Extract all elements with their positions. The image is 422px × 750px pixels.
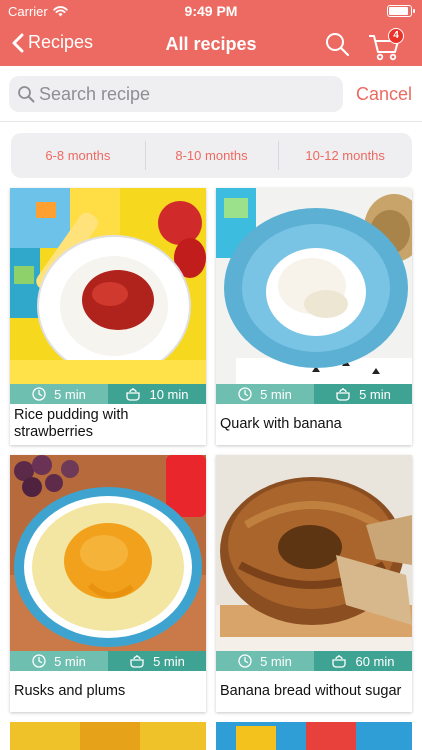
recipe-photo xyxy=(10,188,206,384)
chevron-left-icon xyxy=(12,33,24,52)
clock-icon xyxy=(238,387,252,401)
cook-time: 5 min xyxy=(314,384,412,404)
pot-icon xyxy=(130,655,144,668)
recipe-name: Rice pudding with strawberries xyxy=(14,407,129,440)
recipe-photo xyxy=(10,722,206,750)
recipe-card[interactable] xyxy=(216,722,412,750)
clock-icon xyxy=(32,654,46,668)
recipe-photo xyxy=(216,722,412,750)
back-button-label: Recipes xyxy=(28,32,94,52)
pot-icon xyxy=(126,388,141,401)
clock-icon xyxy=(32,387,46,401)
pot-icon xyxy=(336,388,350,401)
recipe-times: 5 min 5 min xyxy=(216,384,412,404)
cook-time: 10 min xyxy=(108,384,206,404)
recipe-card[interactable]: 5 min 5 min Quark with banana xyxy=(216,188,412,445)
cart-count-badge: 4 xyxy=(388,28,404,44)
age-filter-8-10[interactable]: 8-10 months xyxy=(144,133,279,178)
prep-time: 5 min xyxy=(216,384,314,404)
recipe-times: 5 min 5 min xyxy=(10,651,206,671)
cook-time-value: 5 min xyxy=(153,653,185,669)
recipe-times: 5 min 10 min xyxy=(10,384,206,404)
search-button[interactable] xyxy=(324,31,350,57)
recipe-card[interactable] xyxy=(10,722,206,750)
recipe-card[interactable]: 5 min 60 min Banana bread without sugar xyxy=(216,455,412,712)
recipe-name: Rusks and plums xyxy=(14,682,126,699)
prep-time-value: 5 min xyxy=(260,386,292,402)
search-icon xyxy=(326,33,350,57)
prep-time: 5 min xyxy=(10,384,108,404)
age-filter-6-8[interactable]: 6-8 months xyxy=(11,133,145,178)
recipe-photo xyxy=(10,455,206,651)
search-input[interactable] xyxy=(39,79,335,109)
battery-icon xyxy=(387,5,415,17)
recipe-card[interactable]: 5 min 5 min Rusks and plums xyxy=(10,455,206,712)
cook-time: 60 min xyxy=(314,651,412,671)
recipe-times: 5 min 60 min xyxy=(216,651,412,671)
prep-time-value: 5 min xyxy=(54,386,86,402)
magnifier-icon xyxy=(18,86,35,103)
cook-time-value: 5 min xyxy=(359,386,391,402)
search-field xyxy=(9,76,343,112)
cook-time-value: 10 min xyxy=(149,386,189,402)
search-bar: Cancel xyxy=(0,66,422,122)
prep-time: 5 min xyxy=(216,651,314,671)
recipe-photo xyxy=(216,188,412,384)
app-header: Carrier 9:49 PM Recipes All recipes 4 xyxy=(0,0,422,66)
age-filter: 6-8 months 8-10 months 10-12 months xyxy=(11,133,412,178)
cart-button[interactable]: 4 xyxy=(368,28,404,61)
cook-time-value: 60 min xyxy=(355,653,395,669)
prep-time-value: 5 min xyxy=(260,653,292,669)
cancel-button[interactable]: Cancel xyxy=(356,84,412,105)
status-time: 9:49 PM xyxy=(184,3,238,19)
recipe-card[interactable]: 5 min 10 min Rice pudding with strawberr… xyxy=(10,188,206,445)
cook-time: 5 min xyxy=(108,651,206,671)
age-filter-10-12[interactable]: 10-12 months xyxy=(278,133,412,178)
prep-time-value: 5 min xyxy=(54,653,86,669)
recipe-name: Banana bread without sugar xyxy=(220,682,402,699)
back-button[interactable]: Recipes xyxy=(12,32,93,53)
recipe-name: Quark with banana xyxy=(220,415,342,432)
clock-icon xyxy=(238,654,252,668)
prep-time: 5 min xyxy=(10,651,108,671)
navigation-bar: Recipes All recipes 4 xyxy=(0,22,422,66)
status-bar: Carrier 9:49 PM xyxy=(0,0,422,22)
pot-icon xyxy=(332,655,347,668)
recipe-photo xyxy=(216,455,412,651)
